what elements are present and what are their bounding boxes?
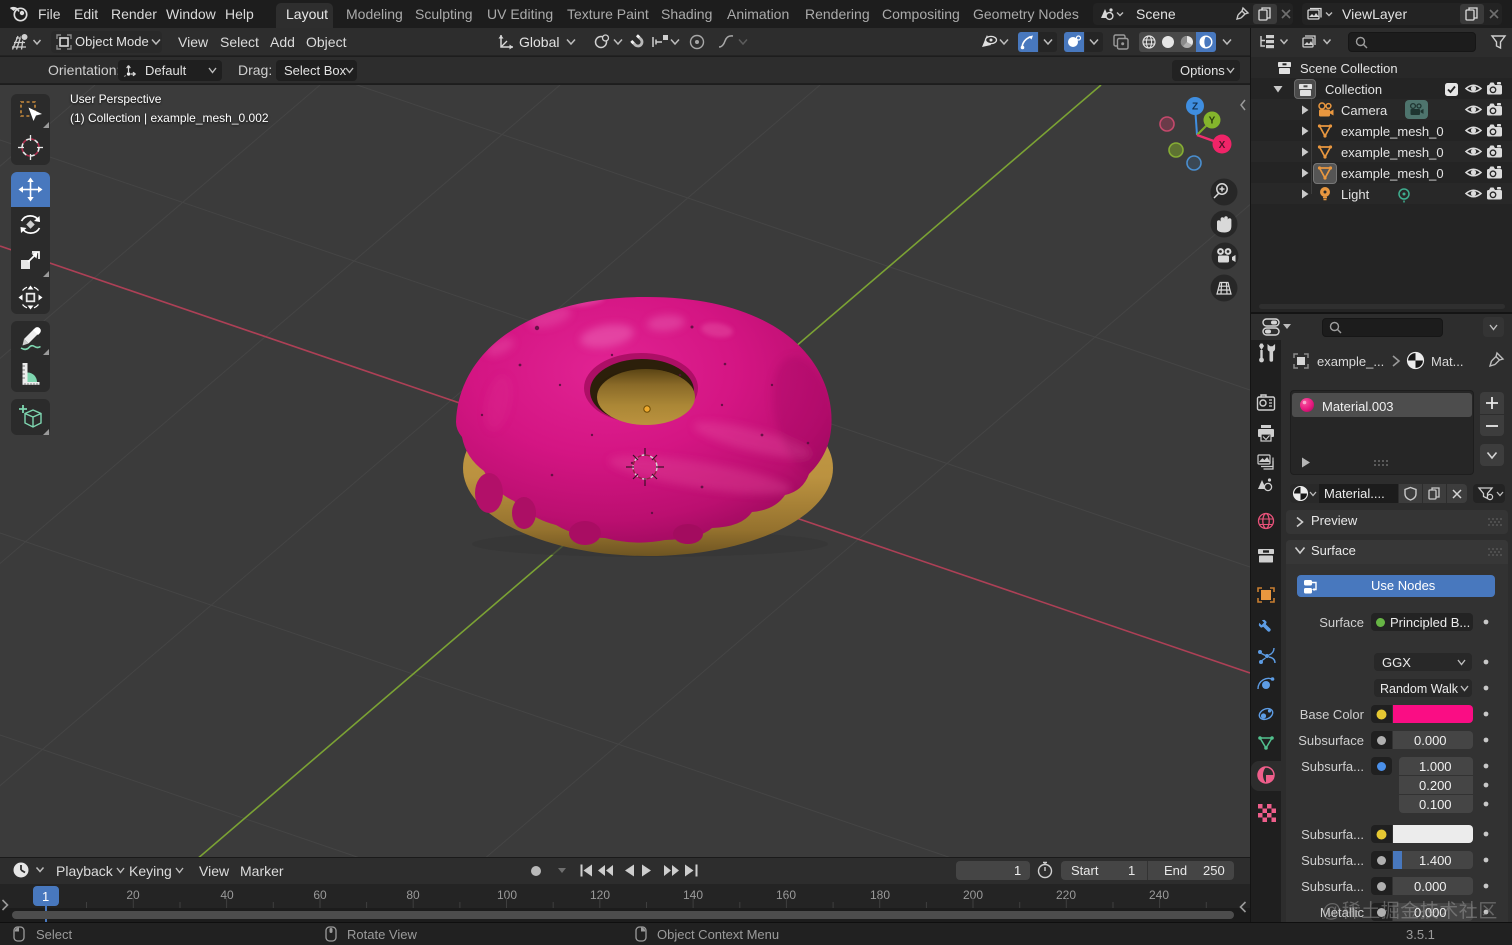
svg-text:Z: Z bbox=[1192, 102, 1198, 113]
svg-text:Y: Y bbox=[1209, 116, 1216, 127]
svg-text:X: X bbox=[1219, 140, 1226, 151]
